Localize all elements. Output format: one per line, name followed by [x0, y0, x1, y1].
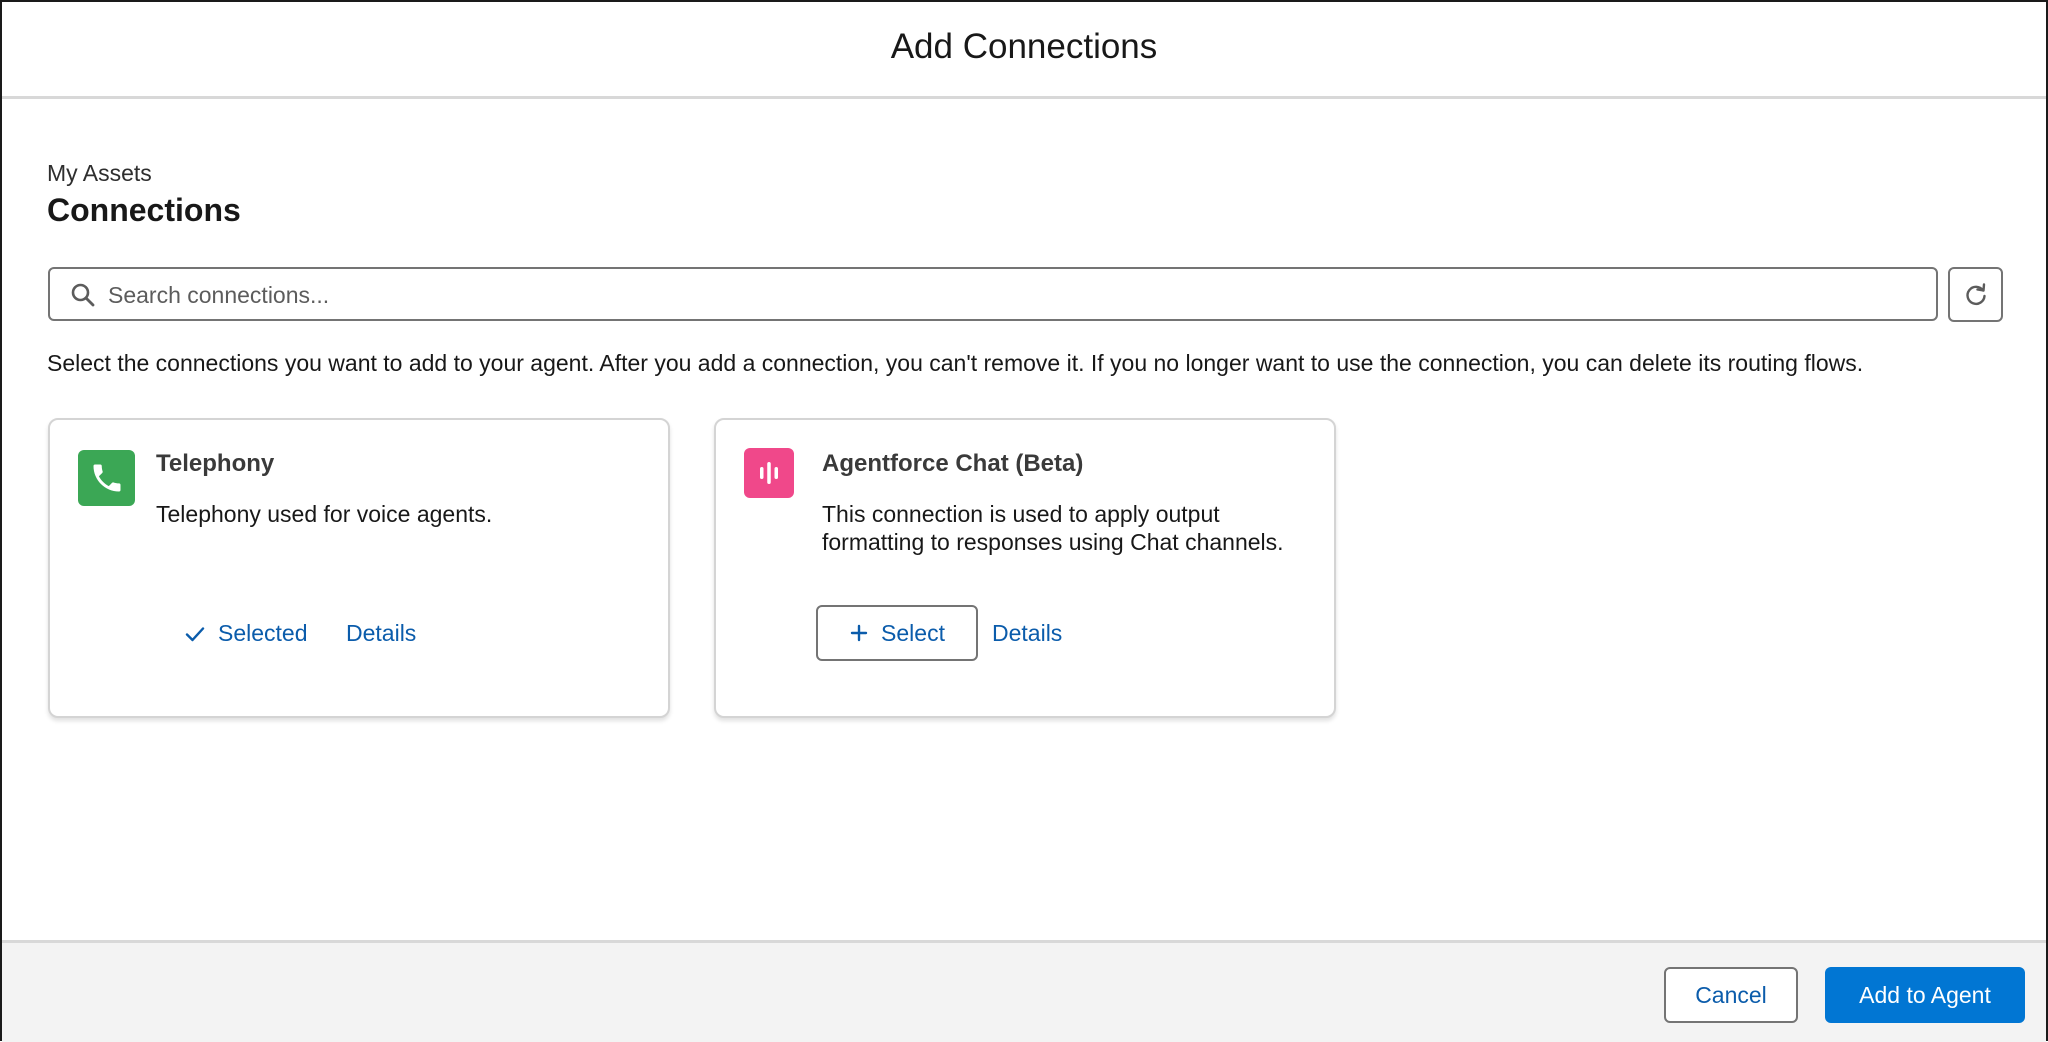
modal-header: Add Connections: [2, 2, 2046, 99]
select-button[interactable]: Select: [816, 605, 978, 661]
details-link-agentforce-chat[interactable]: Details: [992, 620, 1062, 647]
checkmark-icon: [185, 626, 205, 641]
card-description: This connection is used to apply output …: [822, 501, 1284, 555]
search-icon: [71, 283, 95, 307]
audio-bars-icon: [744, 448, 794, 498]
cancel-button[interactable]: Cancel: [1664, 967, 1798, 1023]
search-input[interactable]: [106, 275, 1910, 315]
modal-footer: Cancel Add to Agent: [2, 940, 2046, 1042]
select-label: Select: [881, 619, 945, 646]
plus-icon: [850, 624, 868, 642]
card-title: Telephony: [156, 450, 275, 477]
connection-card-agentforce-chat: Agentforce Chat (Beta) This connection i…: [714, 418, 1336, 718]
details-link-telephony[interactable]: Details: [346, 620, 416, 647]
selected-label: Selected: [218, 620, 308, 646]
card-description: Telephony used for voice agents.: [156, 501, 493, 527]
phone-icon: [78, 450, 135, 506]
refresh-button[interactable]: [1948, 267, 2003, 322]
connection-card-telephony: Telephony Telephony used for voice agent…: [48, 418, 670, 718]
add-to-agent-button[interactable]: Add to Agent: [1825, 967, 2025, 1023]
instructions-text: Select the connections you want to add t…: [47, 350, 1864, 376]
card-title: Agentforce Chat (Beta): [822, 450, 1084, 477]
section-eyebrow: My Assets: [47, 160, 152, 186]
search-box: [48, 267, 1938, 321]
selected-status[interactable]: Selected: [184, 620, 308, 647]
modal-title: Add Connections: [890, 27, 1158, 66]
refresh-icon: [1965, 282, 1986, 305]
add-connections-modal: Add Connections My Assets Connections Se…: [0, 0, 2048, 1042]
section-title: Connections: [47, 192, 241, 228]
